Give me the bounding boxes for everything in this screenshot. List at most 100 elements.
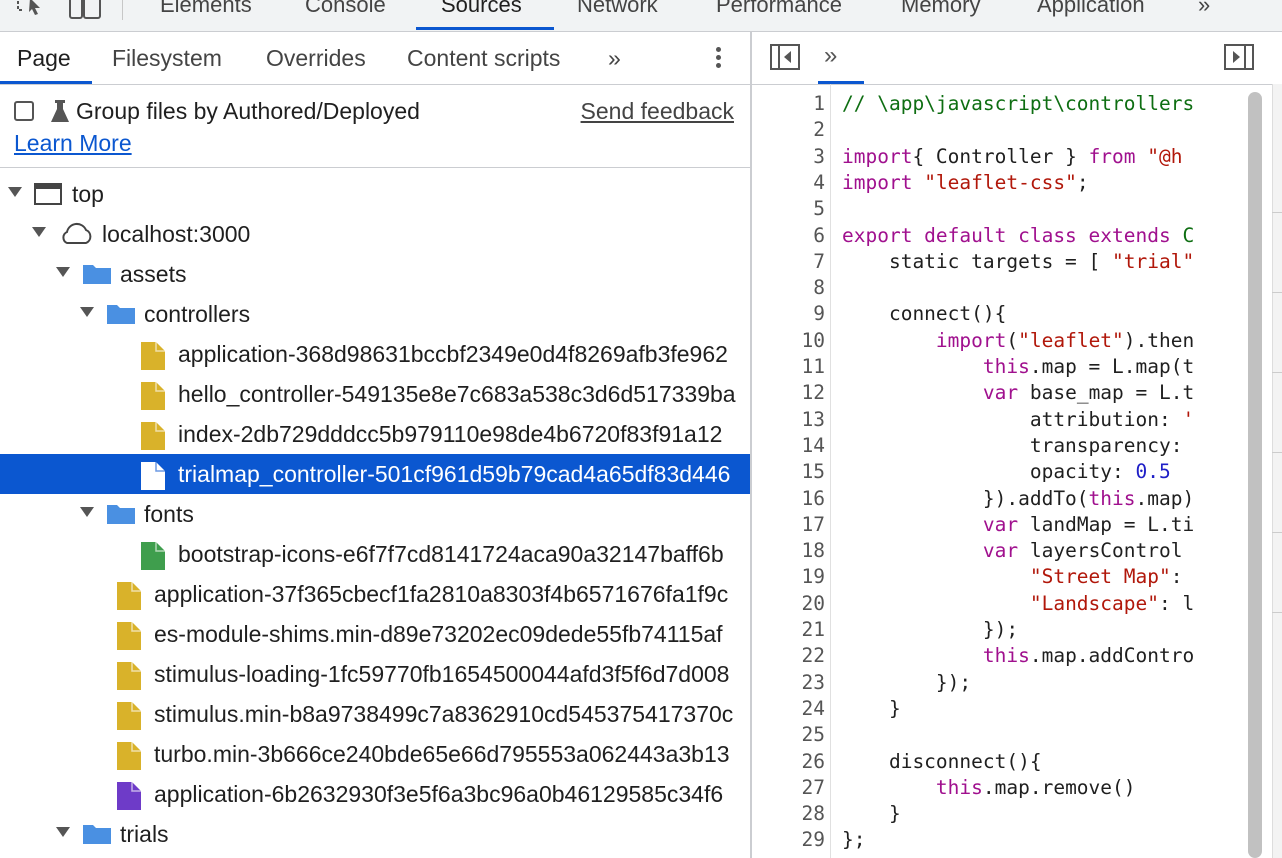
tree-item[interactable]: localhost:3000 (0, 214, 750, 254)
line-number[interactable]: 20 (752, 592, 825, 615)
line-number[interactable]: 10 (752, 329, 825, 352)
inspect-element-icon[interactable] (16, 0, 48, 20)
line-number[interactable]: 15 (752, 460, 825, 483)
line-number[interactable]: 6 (752, 224, 825, 247)
line-number[interactable]: 4 (752, 171, 825, 194)
line-number[interactable]: 16 (752, 487, 825, 510)
line-number[interactable]: 21 (752, 618, 825, 641)
editor-scrollbar-thumb[interactable] (1248, 92, 1262, 858)
subtab-overrides[interactable]: Overrides (266, 45, 366, 72)
tree-item[interactable]: application-368d98631bccbf2349e0d4f8269a… (0, 334, 750, 374)
toggle-debugger-icon[interactable] (1224, 44, 1254, 70)
expand-arrow-icon[interactable] (56, 267, 70, 277)
code-line[interactable]: 20 "Landscape": l (752, 592, 1282, 618)
line-number[interactable]: 19 (752, 565, 825, 588)
code-line[interactable]: 2 (752, 118, 1282, 144)
expand-arrow-icon[interactable] (80, 507, 94, 517)
tab-console[interactable]: Console (305, 0, 386, 18)
code-line[interactable]: 3 import{ Controller } from "@h (752, 145, 1282, 171)
tree-item[interactable]: application-37f365cbecf1fa2810a8303f4b65… (0, 574, 750, 614)
tree-item[interactable]: hello_controller-549135e8e7c683a538c3d6d… (0, 374, 750, 414)
line-number[interactable]: 29 (752, 828, 825, 851)
line-number[interactable]: 7 (752, 250, 825, 273)
code-line[interactable]: 25 (752, 723, 1282, 749)
tree-item[interactable]: bootstrap-icons-e6f7f7cd8141724aca90a321… (0, 534, 750, 574)
line-number[interactable]: 3 (752, 145, 825, 168)
tree-item[interactable]: stimulus-loading-1fc59770fb1654500044afd… (0, 654, 750, 694)
code-line[interactable]: 23 }); (752, 671, 1282, 697)
line-number[interactable]: 9 (752, 302, 825, 325)
code-line[interactable]: 5 (752, 197, 1282, 223)
line-number[interactable]: 23 (752, 671, 825, 694)
expand-arrow-icon[interactable] (8, 187, 22, 197)
code-line[interactable]: 16 }).addTo(this.map) (752, 487, 1282, 513)
subtab-content-scripts[interactable]: Content scripts (407, 45, 560, 72)
code-line[interactable]: 13 attribution: ' (752, 408, 1282, 434)
line-number[interactable]: 28 (752, 802, 825, 825)
toggle-navigator-icon[interactable] (770, 44, 800, 70)
code-line[interactable]: 4 import "leaflet-css"; (752, 171, 1282, 197)
code-line[interactable]: 17 var landMap = L.ti (752, 513, 1282, 539)
code-line[interactable]: 14 transparency: (752, 434, 1282, 460)
line-number[interactable]: 17 (752, 513, 825, 536)
code-line[interactable]: 26 disconnect(){ (752, 750, 1282, 776)
more-editor-tabs-button[interactable]: » (824, 42, 837, 70)
line-number[interactable]: 26 (752, 750, 825, 773)
line-number[interactable]: 8 (752, 276, 825, 299)
code-line[interactable]: 27 this.map.remove() (752, 776, 1282, 802)
tree-item[interactable]: es-module-shims.min-d89e73202ec09dede55f… (0, 614, 750, 654)
tree-item[interactable]: controllers (0, 294, 750, 334)
tree-item[interactable]: trialmap_controller-501cf961d59b79cad4a6… (0, 454, 750, 494)
line-number[interactable]: 14 (752, 434, 825, 457)
code-line[interactable]: 28 } (752, 802, 1282, 828)
more-tabs-button[interactable]: » (1198, 0, 1210, 18)
line-number[interactable]: 27 (752, 776, 825, 799)
code-line[interactable]: 9 connect(){ (752, 302, 1282, 328)
line-number[interactable]: 1 (752, 92, 825, 115)
line-number[interactable]: 12 (752, 381, 825, 404)
code-line[interactable]: 21 }); (752, 618, 1282, 644)
code-line[interactable]: 11 this.map = L.map(t (752, 355, 1282, 381)
tab-network[interactable]: Network (577, 0, 658, 18)
learn-more-link[interactable]: Learn More (14, 130, 132, 157)
tab-memory[interactable]: Memory (901, 0, 980, 18)
expand-arrow-icon[interactable] (80, 307, 94, 317)
more-options-icon[interactable] (710, 44, 726, 74)
code-line[interactable]: 10 import("leaflet").then (752, 329, 1282, 355)
tab-sources[interactable]: Sources (441, 0, 522, 18)
tree-item[interactable]: top (0, 174, 750, 214)
tab-performance[interactable]: Performance (716, 0, 842, 18)
tree-item[interactable]: turbo.min-3b666ce240bde65e66d795553a0624… (0, 734, 750, 774)
line-number[interactable]: 13 (752, 408, 825, 431)
tree-item[interactable]: stimulus.min-b8a9738499c7a8362910cd54537… (0, 694, 750, 734)
group-files-checkbox[interactable] (14, 101, 34, 121)
subtab-filesystem[interactable]: Filesystem (112, 45, 222, 72)
code-line[interactable]: 29}; (752, 828, 1282, 854)
expand-arrow-icon[interactable] (56, 827, 70, 837)
tab-application[interactable]: Application (1037, 0, 1145, 18)
more-subtabs-button[interactable]: » (608, 45, 621, 72)
subtab-page[interactable]: Page (17, 45, 71, 72)
device-toolbar-icon[interactable] (68, 0, 102, 20)
code-line[interactable]: 12 var base_map = L.t (752, 381, 1282, 407)
line-number[interactable]: 2 (752, 118, 825, 141)
tree-item[interactable]: application-6b2632930f3e5f6a3bc96a0b4612… (0, 774, 750, 814)
code-line[interactable]: 18 var layersControl (752, 539, 1282, 565)
tree-item[interactable]: assets (0, 254, 750, 294)
tab-elements[interactable]: Elements (160, 0, 252, 18)
line-number[interactable]: 24 (752, 697, 825, 720)
line-number[interactable]: 5 (752, 197, 825, 220)
send-feedback-link[interactable]: Send feedback (581, 98, 734, 125)
code-line[interactable]: 6 export default class extends C (752, 224, 1282, 250)
tree-item[interactable]: fonts (0, 494, 750, 534)
code-line[interactable]: 22 this.map.addContro (752, 644, 1282, 670)
line-number[interactable]: 18 (752, 539, 825, 562)
tree-item[interactable]: index-2db729dddcc5b979110e98de4b6720f83f… (0, 414, 750, 454)
code-line[interactable]: 7 static targets = [ "trial" (752, 250, 1282, 276)
code-line[interactable]: 8 (752, 276, 1282, 302)
line-number[interactable]: 22 (752, 644, 825, 667)
line-number[interactable]: 11 (752, 355, 825, 378)
line-number[interactable]: 25 (752, 723, 825, 746)
tree-item[interactable]: trials (0, 814, 750, 854)
code-line[interactable]: 1 // \app\javascript\controllers (752, 92, 1282, 118)
